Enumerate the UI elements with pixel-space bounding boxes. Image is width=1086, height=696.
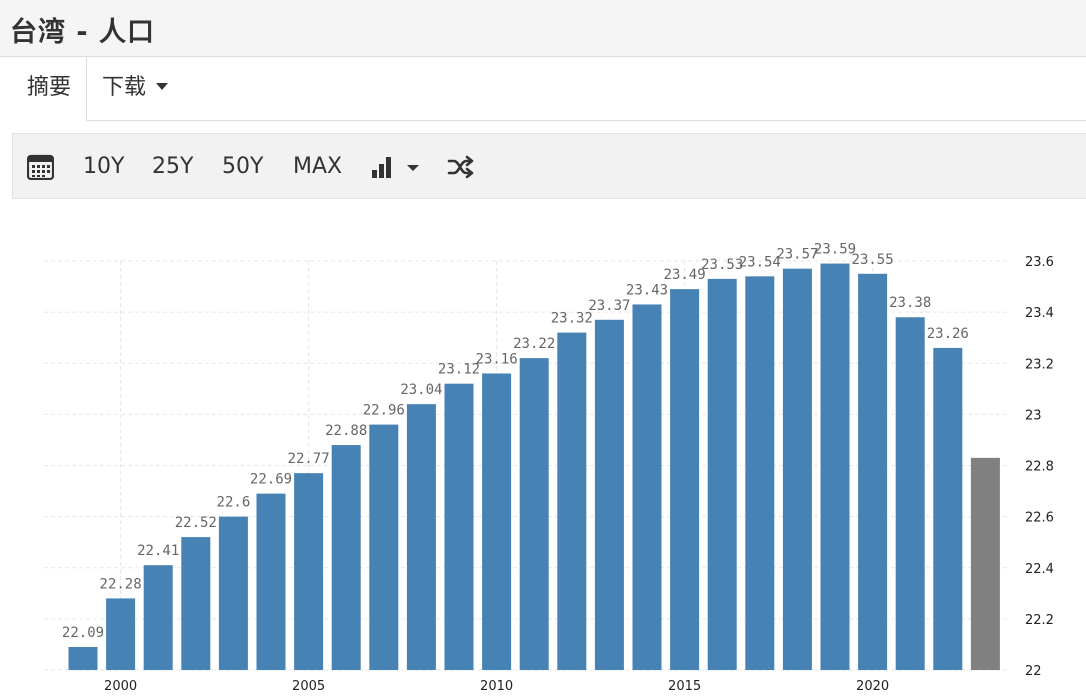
- data-label: 23.32: [551, 311, 593, 327]
- bar: [557, 332, 587, 670]
- bar: [632, 304, 662, 670]
- x-tick-label: 2015: [668, 679, 701, 694]
- bar: [858, 273, 888, 670]
- data-label: 22.77: [288, 451, 330, 467]
- data-label: 23.37: [588, 298, 630, 314]
- shuffle-icon[interactable]: [447, 155, 475, 183]
- bar: [444, 383, 474, 670]
- y-tick-label: 22.8: [1025, 460, 1054, 475]
- bar: [670, 289, 700, 670]
- y-tick-label: 22.2: [1025, 613, 1054, 628]
- data-label: 22.28: [100, 576, 142, 592]
- data-label: 23.43: [626, 282, 668, 298]
- data-label: 22.52: [175, 515, 217, 531]
- bar: [406, 404, 436, 670]
- y-tick-label: 23.6: [1025, 255, 1054, 270]
- data-label: 22.09: [62, 625, 104, 641]
- bar: [181, 537, 211, 670]
- y-tick-label: 22.6: [1025, 511, 1054, 526]
- data-label: 23.55: [852, 252, 894, 268]
- range-max-button[interactable]: MAX: [293, 134, 342, 200]
- data-label: 23.04: [400, 382, 442, 398]
- range-25y-button[interactable]: 25Y: [152, 134, 193, 200]
- data-label: 23.38: [889, 295, 931, 311]
- x-tick-label: 2000: [104, 679, 137, 694]
- data-label: 23.12: [438, 362, 480, 378]
- data-label: 23.22: [513, 336, 555, 352]
- data-label: 23.54: [739, 254, 781, 270]
- x-tick-label: 2010: [480, 679, 513, 694]
- data-label: 23.16: [476, 351, 518, 367]
- chart-toolbar: 10Y 25Y 50Y MAX: [12, 133, 1086, 199]
- forecast-bar: [970, 457, 1000, 670]
- tab-download-label: 下载: [102, 75, 147, 100]
- y-tick-label: 23.4: [1025, 306, 1054, 321]
- bar: [707, 278, 737, 670]
- bar-chart-icon: [372, 157, 391, 178]
- bar: [369, 424, 399, 670]
- bar: [933, 347, 963, 670]
- bar: [782, 268, 812, 670]
- x-tick-label: 2020: [856, 679, 889, 694]
- bar: [594, 319, 624, 670]
- calendar-icon[interactable]: [26, 154, 55, 184]
- tab-download-menu[interactable]: 下载: [102, 57, 169, 120]
- bar: [218, 516, 248, 670]
- data-label: 23.59: [814, 242, 856, 258]
- y-tick-label: 23.2: [1025, 357, 1054, 372]
- chart-type-menu[interactable]: [371, 155, 421, 183]
- bar: [294, 473, 324, 670]
- data-label: 23.53: [701, 257, 743, 273]
- data-label: 22.6: [217, 495, 251, 511]
- caret-down-icon: [156, 82, 169, 90]
- bar: [256, 493, 286, 670]
- bar: [482, 373, 512, 670]
- data-label: 22.96: [363, 403, 405, 419]
- data-label: 23.57: [776, 247, 818, 263]
- bar: [143, 565, 173, 670]
- data-label: 22.88: [325, 423, 367, 439]
- title-bar: 台湾 - 人口: [0, 0, 1086, 57]
- data-label: 23.26: [927, 326, 969, 342]
- tab-summary[interactable]: 摘要: [12, 57, 87, 121]
- bar: [519, 358, 549, 670]
- bar: [820, 263, 850, 670]
- y-tick-label: 22: [1025, 664, 1042, 679]
- bar: [331, 445, 361, 670]
- tab-bar: 摘要 下载: [12, 57, 1086, 121]
- range-10y-button[interactable]: 10Y: [83, 134, 124, 200]
- data-label: 23.49: [664, 267, 706, 283]
- bar: [895, 317, 925, 670]
- data-label: 22.41: [137, 543, 179, 559]
- page-title: 台湾 - 人口: [10, 17, 156, 48]
- bar: [106, 598, 136, 670]
- data-label: 22.69: [250, 472, 292, 488]
- bar: [68, 646, 98, 670]
- x-tick-label: 2005: [292, 679, 325, 694]
- bar: [745, 276, 775, 670]
- y-tick-label: 22.4: [1025, 562, 1054, 577]
- range-50y-button[interactable]: 50Y: [222, 134, 263, 200]
- y-tick-label: 23: [1025, 408, 1042, 423]
- chevron-down-icon: [407, 165, 419, 171]
- population-bar-chart: 22 22.2 22.4 22.6 22.8 23 23.2 23.4 23.6 2000 2005…: [44, 242, 1054, 694]
